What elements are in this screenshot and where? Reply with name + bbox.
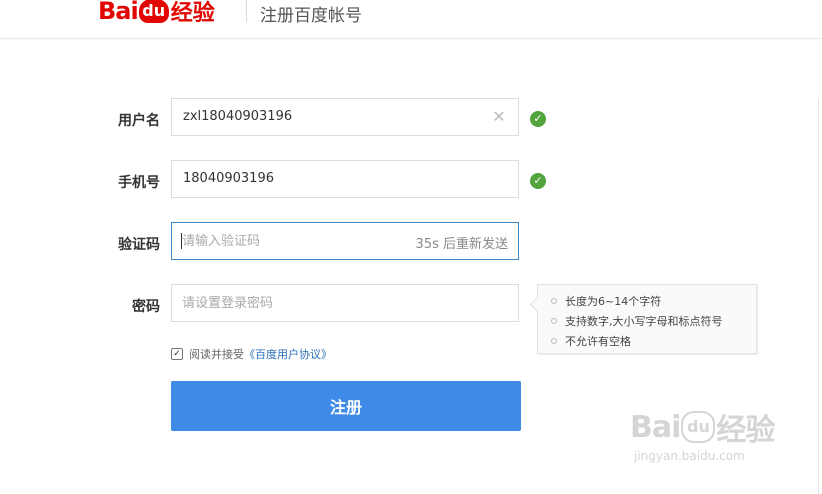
username-field[interactable]: zxl18040903196 ✕ <box>171 98 519 136</box>
logo-text-jingyan: 经验 <box>170 1 215 26</box>
code-input[interactable] <box>182 223 402 259</box>
watermark-url: jingyan.baidu.com <box>634 449 745 463</box>
close-icon[interactable]: ✕ <box>490 107 508 127</box>
baidu-jingyan-logo[interactable]: Bai du 经验 <box>98 0 215 26</box>
register-button[interactable]: 注册 <box>171 381 521 431</box>
phone-value: 18040903196 <box>183 171 274 186</box>
phone-field[interactable]: 18040903196 <box>171 160 519 198</box>
agreement-row: ✓ 阅读并接受 《百度用户协议》 <box>171 346 332 362</box>
paw-logo-icon: du <box>138 0 169 23</box>
password-label: 密码 <box>132 299 160 315</box>
top-header: Bai du 经验 注册百度帐号 <box>0 0 822 39</box>
password-input[interactable] <box>182 285 402 321</box>
phone-check-icon: ✓ <box>530 173 546 189</box>
tip-item: 不允许有空格 <box>551 333 631 349</box>
checkbox-icon[interactable]: ✓ <box>171 348 183 360</box>
logo-text-bai: Bai <box>98 0 139 25</box>
tooltip-arrow <box>529 296 546 313</box>
page-title: 注册百度帐号 <box>260 6 362 26</box>
circle-bullet-icon <box>551 318 557 324</box>
circle-bullet-icon <box>551 338 557 344</box>
tip-text: 长度为6~14个字符 <box>565 295 662 308</box>
password-rules-tooltip: 长度为6~14个字符 支持数字,大小写字母和标点符号 不允许有空格 <box>529 284 757 354</box>
password-field[interactable] <box>171 284 519 322</box>
watermark-logo: Bai du 经验 <box>630 405 775 449</box>
agreement-text: 阅读并接受 <box>189 348 244 361</box>
phone-label: 手机号 <box>118 175 160 191</box>
resend-code-countdown[interactable]: 35s 后重新发送 <box>416 233 508 252</box>
tip-item: 支持数字,大小写字母和标点符号 <box>551 313 723 329</box>
side-panel-edge <box>818 98 819 494</box>
watermark-jingyan: 经验 <box>716 413 775 448</box>
username-value: zxl18040903196 <box>183 109 293 124</box>
tip-text: 支持数字,大小写字母和标点符号 <box>565 315 723 328</box>
tip-text: 不允许有空格 <box>565 335 631 348</box>
watermark-bai: Bai <box>630 409 681 445</box>
header-divider <box>246 0 247 22</box>
baidu-jingyan-watermark: Bai du 经验 jingyan.baidu.com <box>630 405 775 464</box>
user-agreement-link[interactable]: 《百度用户协议》 <box>244 346 332 362</box>
tip-item: 长度为6~14个字符 <box>551 293 661 309</box>
code-field[interactable]: 35s 后重新发送 <box>171 222 519 260</box>
circle-bullet-icon <box>551 298 557 304</box>
username-check-icon: ✓ <box>530 111 546 127</box>
username-label: 用户名 <box>118 113 160 129</box>
watermark-paw-icon: du <box>681 411 716 443</box>
code-label: 验证码 <box>118 237 160 253</box>
